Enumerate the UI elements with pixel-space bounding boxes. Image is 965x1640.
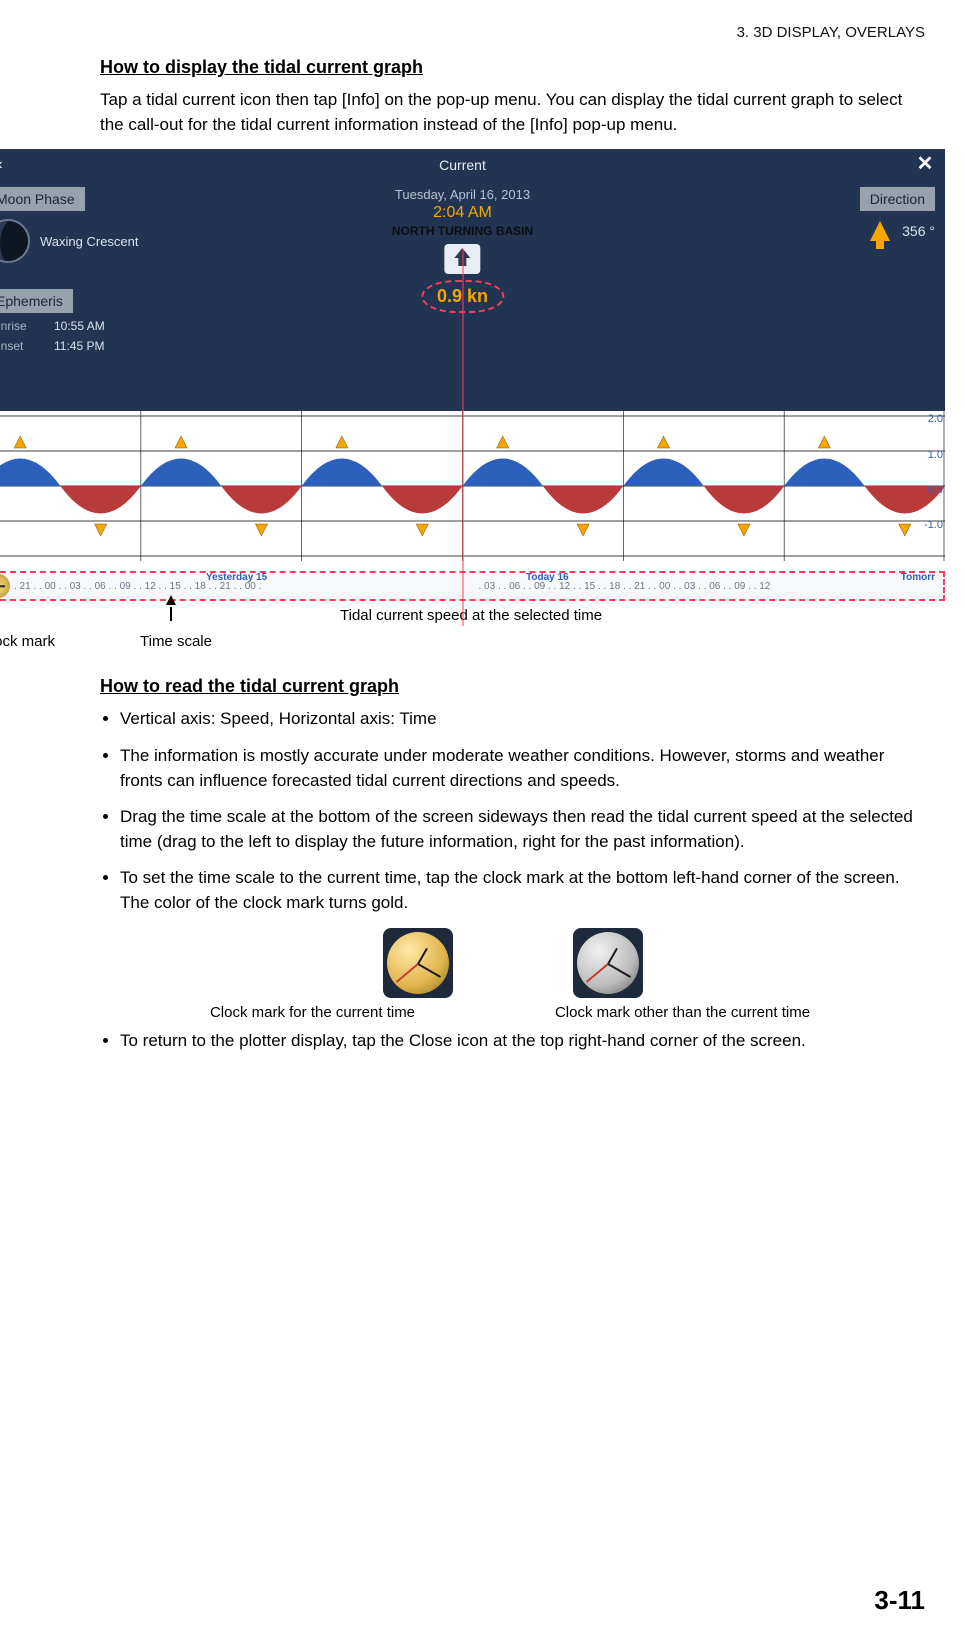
clock-mark-icon[interactable] [0, 574, 10, 598]
location-name: NORTH TURNING BASIN [392, 224, 533, 238]
clock-grey [573, 928, 643, 998]
note-clock: To set the time scale to the current tim… [120, 866, 925, 915]
direction-block: Direction 356 ° [860, 187, 935, 241]
chapter-header: 3. 3D DISPLAY, OVERLAYS [40, 24, 925, 41]
screen-titlebar: ‹ Current ✕ [0, 149, 945, 181]
ytick-1: 1.0 [928, 449, 943, 461]
moon-phase-block: Moon Phase Waxing Crescent [0, 187, 139, 263]
ephemeris-tag: Ephemeris [0, 289, 73, 313]
direction-arrow-icon [870, 221, 890, 241]
callout-clock-mark: Clock mark [0, 633, 55, 650]
direction-value: 356 ° [902, 223, 935, 239]
sunrise-label: Sunrise [0, 319, 36, 333]
clock-gold [383, 928, 453, 998]
callout-speed: Tidal current speed at the selected time [340, 607, 602, 624]
clock-grey-caption: Clock mark other than the current time [503, 1004, 863, 1021]
tidal-graph[interactable]: 2.0 1.0 0.0 -1.0 [0, 411, 945, 571]
ytick-n1: -1.0 [924, 519, 943, 531]
section2-title: How to read the tidal current graph [100, 676, 925, 697]
ytick-2: 2.0 [928, 413, 943, 425]
section1-title: How to display the tidal current graph [100, 57, 925, 78]
note-accuracy: The information is mostly accurate under… [120, 744, 925, 793]
clock-examples [100, 928, 925, 998]
page-number: 3-11 [874, 1585, 925, 1616]
selected-date: Tuesday, April 16, 2013 [392, 187, 533, 202]
sunset-label: Sunset [0, 339, 36, 353]
back-icon[interactable]: ‹ [0, 153, 12, 177]
timeband-ticks-b: . 03 . . 06 . . 09 . . 12 . . 15 . . 18 … [479, 581, 771, 592]
note-close: To return to the plotter display, tap th… [120, 1029, 925, 1054]
moon-icon [0, 219, 30, 263]
sunset-value: 11:45 PM [54, 339, 104, 353]
callouts-row: Clock mark Time scale Tidal current spee… [40, 607, 925, 650]
screen-title: Current [439, 157, 486, 173]
sunrise-value: 10:55 AM [54, 319, 105, 333]
close-icon[interactable]: ✕ [913, 153, 937, 177]
time-selector-line [462, 249, 463, 626]
moon-phase-value: Waxing Crescent [40, 234, 139, 249]
note-drag: Drag the time scale at the bottom of the… [120, 805, 925, 854]
note-axes: Vertical axis: Speed, Horizontal axis: T… [120, 707, 925, 732]
timeband-yesterday: Yesterday 15 [206, 572, 267, 583]
moon-phase-tag: Moon Phase [0, 187, 85, 211]
ephemeris-block: Ephemeris Sunrise 10:55 AM Sunset 11:45 PM [0, 289, 105, 353]
time-scale[interactable]: . 21 . . 00 . . 03 . . 06 . . 09 . . 12 … [0, 571, 945, 601]
selected-time: 2:04 AM [392, 204, 533, 222]
ytick-0: 0.0 [928, 484, 943, 496]
tidal-graph-svg [0, 411, 945, 561]
clock-gold-caption: Clock mark for the current time [163, 1004, 463, 1021]
callout-time-scale: Time scale [140, 633, 212, 650]
direction-tag: Direction [860, 187, 935, 211]
tidal-current-screenshot: ‹ Current ✕ Moon Phase Waxing Crescent E… [0, 149, 945, 601]
section1-para: Tap a tidal current icon then tap [Info]… [100, 88, 925, 137]
timeband-today: Today 16 [526, 572, 569, 583]
timeband-tomorrow: Tomorr [901, 572, 935, 583]
